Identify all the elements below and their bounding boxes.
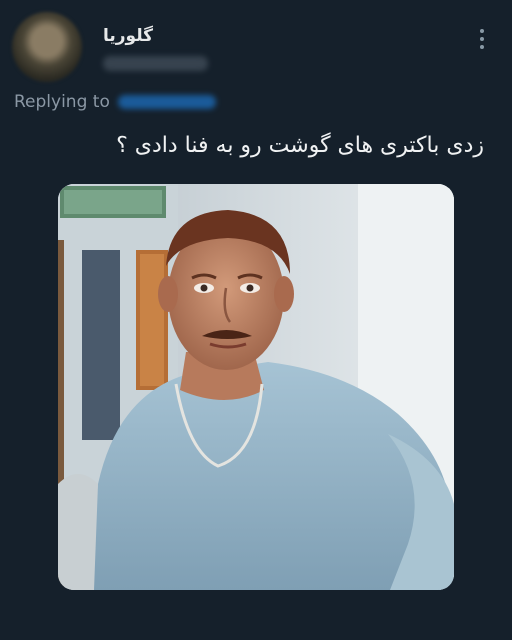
replying-to: Replying to bbox=[14, 92, 216, 112]
replying-label: Replying to bbox=[14, 92, 110, 112]
tweet-text: زدی باکتری های گوشت رو به فنا دادی ؟ bbox=[116, 133, 484, 158]
author-name[interactable]: گلوریا bbox=[103, 26, 153, 46]
tweet-media-photo[interactable] bbox=[58, 184, 454, 590]
avatar[interactable] bbox=[12, 12, 82, 82]
reply-handle-redacted[interactable] bbox=[117, 95, 216, 109]
author-handle-redacted bbox=[103, 56, 208, 71]
more-options-icon[interactable] bbox=[470, 22, 494, 56]
